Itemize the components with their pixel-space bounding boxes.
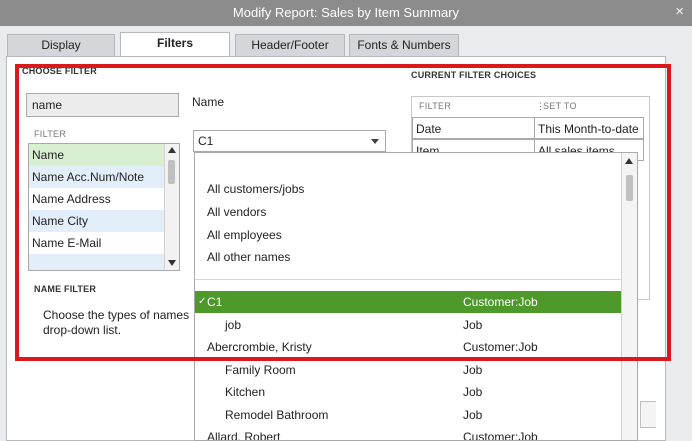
- filter-list-item[interactable]: Name E-Mail: [29, 232, 165, 254]
- dd-entry-type: Job: [463, 408, 483, 422]
- check-icon: ✓: [198, 296, 207, 307]
- name-dropdown-value: C1: [198, 134, 214, 148]
- scroll-up-icon[interactable]: [625, 158, 633, 164]
- list-item[interactable]: All employees: [195, 224, 623, 246]
- window-title: Modify Report: Sales by Item Summary: [232, 5, 460, 20]
- dd-separator: [195, 279, 623, 280]
- choose-filter-title: CHOOSE FILTER: [22, 66, 97, 76]
- list-item[interactable]: Allard, Robert Customer:Job: [195, 426, 623, 441]
- list-item[interactable]: All other names: [195, 246, 623, 268]
- filter-list-item[interactable]: Name Address: [29, 188, 165, 210]
- cfc-col-set-to: SET TO: [543, 101, 577, 111]
- list-item[interactable]: Family Room Job: [195, 359, 623, 381]
- dd-entry-name: Remodel Bathroom: [225, 408, 329, 422]
- list-item[interactable]: All customers/jobs: [195, 178, 623, 200]
- scroll-down-icon[interactable]: [168, 260, 176, 266]
- close-icon[interactable]: ×: [675, 3, 684, 20]
- dd-general-option: All other names: [207, 250, 291, 264]
- chevron-down-icon[interactable]: [371, 139, 379, 144]
- dd-entry-name: Kitchen: [225, 385, 266, 399]
- filter-list-header: FILTER: [34, 129, 67, 139]
- filter-search-input[interactable]: name: [26, 93, 179, 117]
- dd-entry-type: Customer:Job: [463, 340, 538, 354]
- scroll-thumb[interactable]: [626, 175, 633, 201]
- name-dropdown[interactable]: C1: [193, 130, 386, 152]
- filter-list-item[interactable]: Name Acc.Num/Note: [29, 166, 165, 188]
- cfc-filter-cell: Date: [412, 117, 535, 139]
- dd-entry-type: Customer:Job: [463, 430, 538, 441]
- list-item[interactable]: ✓ C1 Customer:Job: [195, 291, 623, 313]
- dropdown-scrollbar[interactable]: [621, 153, 637, 440]
- current-filter-title: CURRENT FILTER CHOICES: [411, 70, 537, 80]
- dd-entry-name: Abercrombie, Kristy: [207, 340, 312, 354]
- filter-list-item[interactable]: [29, 254, 165, 270]
- list-item[interactable]: Remodel Bathroom Job: [195, 404, 623, 426]
- table-row[interactable]: Date This Month-to-date: [412, 117, 644, 139]
- filter-list[interactable]: Name Name Acc.Num/Note Name Address Name…: [28, 143, 180, 271]
- dd-entry-name: Allard, Robert: [207, 430, 281, 441]
- dd-entry-type: Job: [463, 363, 483, 377]
- name-label: Name: [192, 95, 225, 109]
- name-dropdown-list[interactable]: All customers/jobs All vendors All emplo…: [194, 152, 638, 441]
- list-item[interactable]: All vendors: [195, 201, 623, 223]
- dd-general-option: All vendors: [207, 205, 267, 219]
- tab-fonts-numbers[interactable]: Fonts & Numbers: [349, 34, 459, 56]
- dd-entry-type: Customer:Job: [463, 295, 538, 309]
- scroll-up-icon[interactable]: [168, 147, 176, 153]
- cfc-col-filter: FILTER: [419, 101, 452, 111]
- dd-entry-name: job: [225, 318, 242, 332]
- name-filter-title: NAME FILTER: [34, 284, 97, 294]
- scroll-thumb[interactable]: [168, 160, 175, 184]
- dd-general-option: All employees: [207, 228, 282, 242]
- dd-entry-type: Job: [463, 385, 483, 399]
- list-item[interactable]: Abercrombie, Kristy Customer:Job: [195, 336, 623, 358]
- list-item[interactable]: Kitchen Job: [195, 381, 623, 403]
- dd-entry-type: Job: [463, 318, 483, 332]
- tab-filters[interactable]: Filters: [120, 32, 230, 57]
- list-item[interactable]: job Job: [195, 314, 623, 336]
- name-filter-description: Choose the types of names drop-down list…: [43, 308, 190, 337]
- filter-list-item[interactable]: Name City: [29, 210, 165, 232]
- dd-entry-name: C1: [207, 295, 223, 309]
- side-button[interactable]: [640, 401, 656, 428]
- cfc-setto-cell: This Month-to-date: [535, 117, 644, 139]
- dd-general-option: All customers/jobs: [207, 182, 305, 196]
- title-bar: Modify Report: Sales by Item Summary ×: [0, 0, 692, 26]
- dd-entry-name: Family Room: [225, 363, 296, 377]
- tab-strip: Display Filters Header/Footer Fonts & Nu…: [0, 26, 692, 57]
- filter-list-item[interactable]: Name: [29, 144, 165, 166]
- filter-list-scrollbar[interactable]: [164, 144, 179, 270]
- tab-header-footer[interactable]: Header/Footer: [235, 34, 345, 56]
- tab-display[interactable]: Display: [7, 34, 115, 56]
